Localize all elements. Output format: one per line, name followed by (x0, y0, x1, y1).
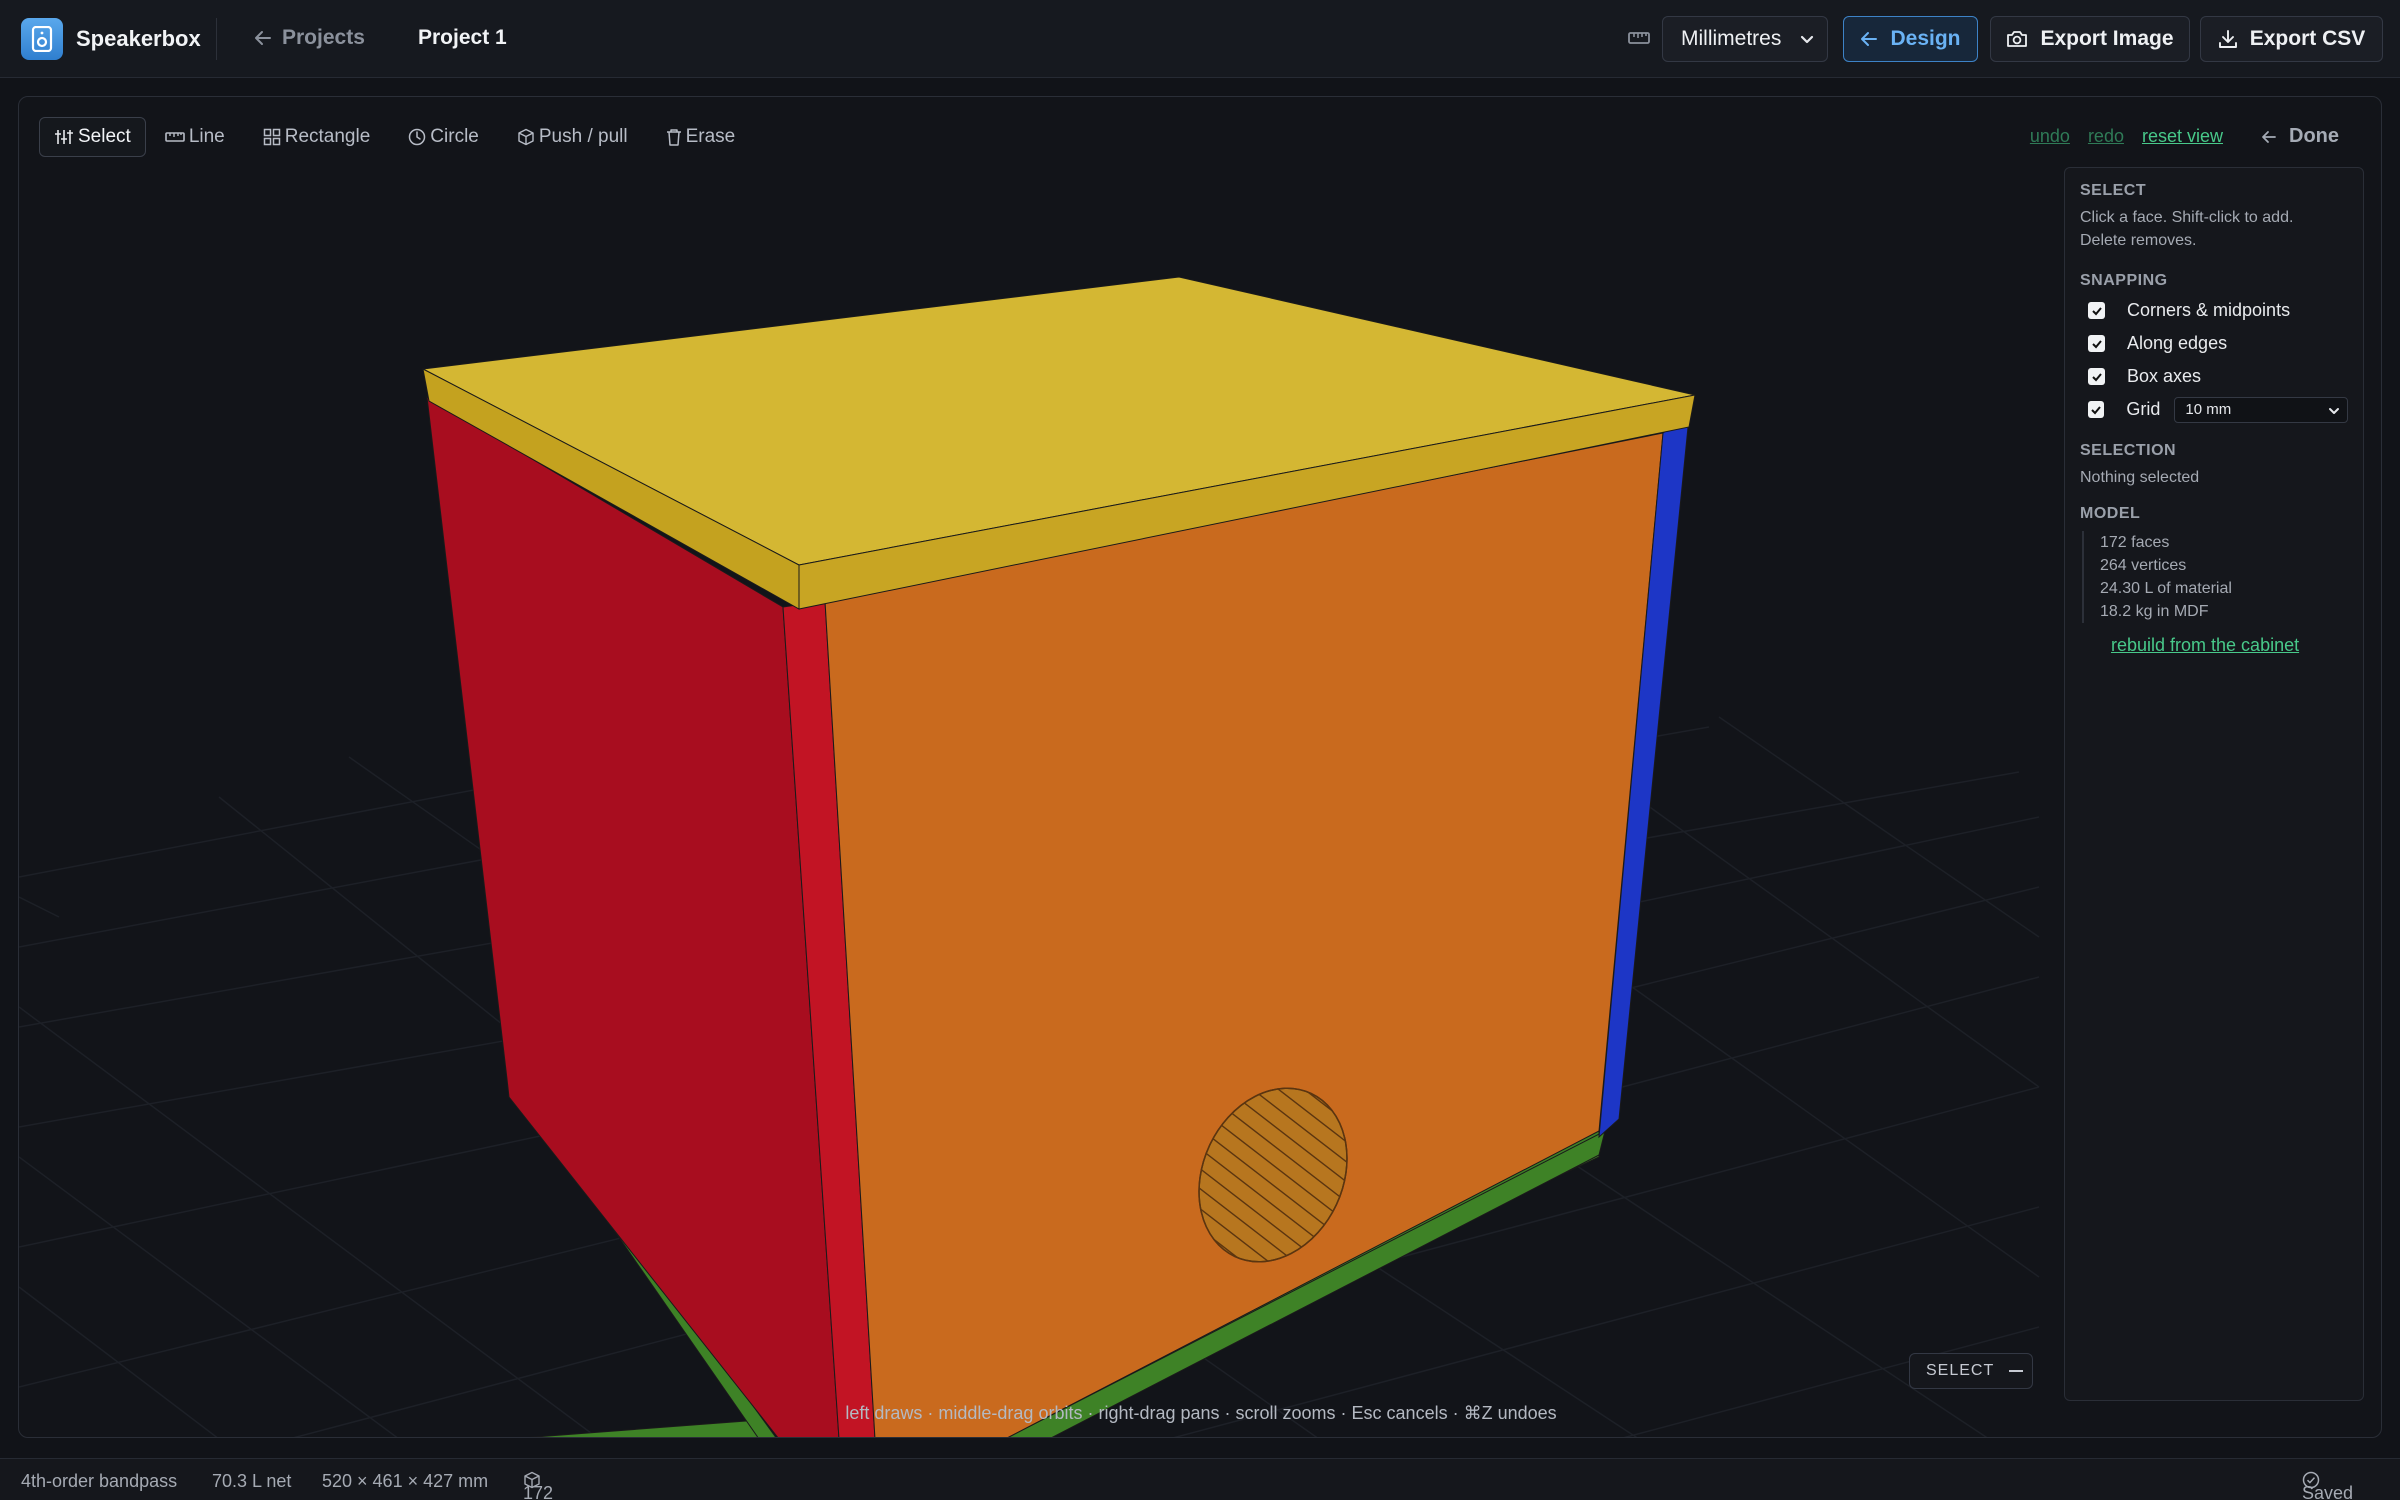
snap-box-axes-row[interactable]: Box axes (2080, 360, 2348, 393)
export-csv-button[interactable]: Export CSV (2200, 16, 2383, 62)
tool-line[interactable]: Line (146, 117, 244, 157)
snap-box-axes-label: Box axes (2127, 366, 2202, 386)
tool-select-label: Select (78, 126, 131, 147)
check-icon (2091, 372, 2102, 381)
snap-corners-label: Corners & midpoints (2127, 300, 2291, 320)
checkbox-corners[interactable] (2088, 302, 2105, 319)
tool-rectangle[interactable]: Rectangle (244, 117, 390, 157)
status-saved: Saved (2302, 1471, 2353, 1500)
ruler-icon (165, 132, 185, 142)
design-label: Design (1890, 27, 1961, 50)
select-help-line-1: Click a face. Shift-click to add. (2080, 209, 2294, 226)
tool-rectangle-label: Rectangle (284, 126, 371, 147)
status-bar: 4th-order bandpass 70.3 L net 520 × 461 … (0, 1458, 2400, 1500)
units-select[interactable]: Millimetres (1662, 16, 1828, 62)
arrow-left-icon (2262, 130, 2276, 143)
model-stats: 172 faces 264 vertices 24.30 L of materi… (2082, 531, 2348, 623)
box-icon (518, 128, 534, 146)
camera-icon (2007, 31, 2028, 47)
chevron-down-icon (2329, 407, 2339, 414)
grid-size-select[interactable]: 10 mm (2174, 396, 2348, 423)
arrow-left-icon (1861, 32, 1878, 46)
done-button[interactable]: Done (2261, 125, 2339, 148)
units-value: Millimetres (1681, 27, 1782, 50)
trash-icon (666, 129, 681, 146)
design-button[interactable]: Design (1843, 16, 1978, 62)
viewport-hint: left draws · middle-drag orbits · right-… (845, 1403, 1557, 1423)
tool-circle[interactable]: Circle (389, 117, 498, 157)
select-help-line-2: Delete removes. (2080, 232, 2197, 249)
model-faces: 172 faces (2100, 534, 2170, 551)
check-icon (2091, 405, 2101, 414)
select-heading: SELECT (2080, 182, 2147, 199)
mode-badge-label: SELECT (1926, 1362, 1995, 1379)
selection-value: Nothing selected (2080, 469, 2200, 486)
history-controls: undo redo reset view Done (2030, 125, 2339, 148)
clock-icon (409, 128, 426, 146)
model-vertices: 264 vertices (2100, 557, 2187, 574)
checkbox-grid[interactable] (2088, 401, 2105, 418)
projects-label: Projects (282, 26, 365, 49)
status-net-volume: 70.3 L net (212, 1471, 292, 1491)
tool-erase-label: Erase (685, 126, 736, 147)
export-image-button[interactable]: Export Image (1990, 16, 2190, 62)
rebuild-from-cabinet-link[interactable]: rebuild from the cabinet (2111, 635, 2348, 656)
selection-heading: SELECTION (2080, 442, 2177, 459)
status-saved-label: Saved (2302, 1483, 2354, 1500)
speaker-logo-icon[interactable] (21, 18, 63, 60)
project-title: Project 1 (418, 26, 507, 49)
done-label: Done (2289, 125, 2339, 147)
undo-link[interactable]: undo (2030, 126, 2070, 147)
model-heading: MODEL (2080, 505, 2141, 522)
checkbox-box-axes[interactable] (2088, 368, 2105, 385)
sliders-icon (55, 130, 73, 144)
tool-push-pull[interactable]: Push / pull (498, 117, 647, 157)
redo-link[interactable]: redo (2088, 126, 2124, 147)
3d-viewport[interactable] (19, 97, 2382, 1438)
snap-grid-row[interactable]: Grid 10 mm (2080, 393, 2348, 426)
workspace: Select Line Rectangle Circle Push / pull… (18, 96, 2382, 1438)
snap-edges-row[interactable]: Along edges (2080, 327, 2348, 360)
tool-select[interactable]: Select (39, 117, 146, 157)
tool-push-pull-label: Push / pull (538, 126, 628, 147)
tool-line-label: Line (188, 126, 225, 147)
grid-size-value: 10 mm (2185, 401, 2232, 418)
status-alignment: 4th-order bandpass (21, 1471, 178, 1491)
check-icon (2091, 339, 2102, 348)
grid-icon (263, 128, 280, 146)
export-image-label: Export Image (2040, 27, 2174, 50)
top-bar: Speakerbox Projects Project 1 Millimetre… (0, 0, 2400, 78)
export-csv-label: Export CSV (2249, 27, 2366, 50)
snapping-heading: SNAPPING (2080, 272, 2168, 289)
cabinet-front-face[interactable] (824, 432, 1664, 1438)
snap-corners-row[interactable]: Corners & midpoints (2080, 294, 2348, 327)
model-material-volume: 24.30 L of material (2100, 580, 2232, 597)
model-weight: 18.2 kg in MDF (2100, 603, 2209, 620)
check-icon (2091, 306, 2102, 315)
inspector-panel: SELECT Click a face. Shift-click to add.… (2064, 167, 2364, 1401)
drawing-toolbar: Select Line Rectangle Circle Push / pull… (39, 117, 754, 157)
status-faces: 172 faces drawn (523, 1471, 553, 1500)
snap-grid-label: Grid (2126, 399, 2161, 419)
status-faces-label: 172 faces drawn (523, 1483, 554, 1500)
header-divider (216, 18, 217, 60)
back-to-projects-link[interactable]: Projects (254, 26, 365, 50)
status-dimensions: 520 × 461 × 427 mm (322, 1471, 489, 1491)
reset-view-link[interactable]: reset view (2142, 126, 2223, 147)
download-icon (2218, 30, 2237, 48)
minus-icon (2009, 1370, 2024, 1372)
chevron-down-icon (1800, 35, 1814, 44)
mode-badge[interactable]: SELECT (1909, 1353, 2033, 1389)
tool-erase[interactable]: Erase (647, 117, 755, 157)
snap-edges-label: Along edges (2127, 333, 2228, 353)
tool-circle-label: Circle (430, 126, 479, 147)
arrow-left-icon (255, 31, 271, 45)
app-name: Speakerbox (76, 26, 201, 51)
ruler-icon (1628, 32, 1650, 44)
checkbox-edges[interactable] (2088, 335, 2105, 352)
